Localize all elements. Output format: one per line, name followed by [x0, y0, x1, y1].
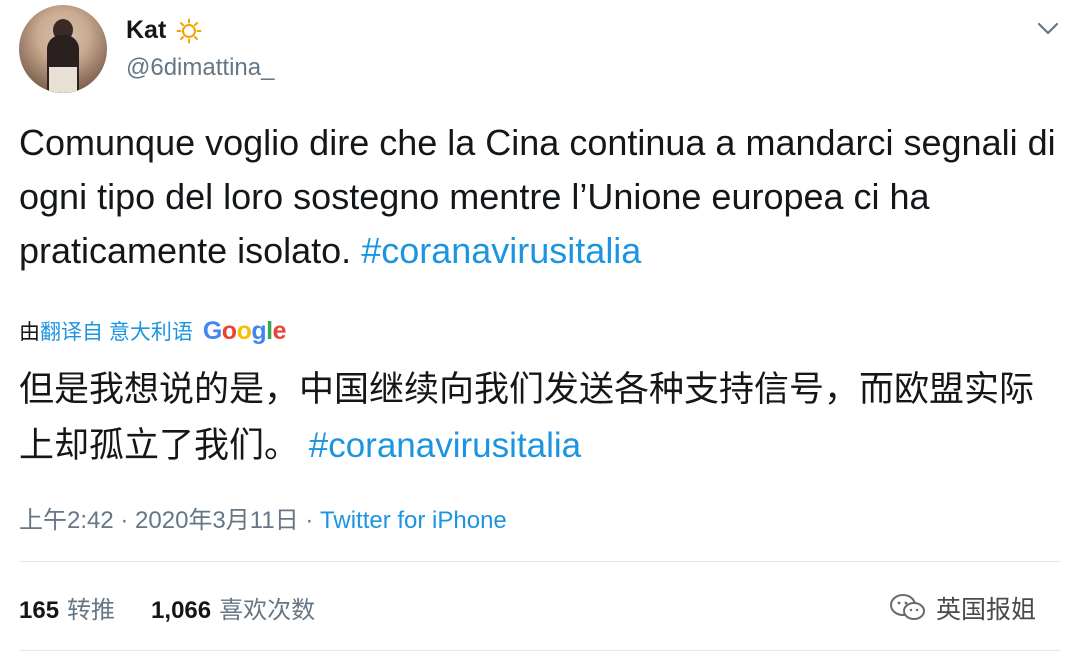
translated-text: 但是我想说的是，中国继续向我们发送各种支持信号，而欧盟实际上却孤立了我们。 #c…: [19, 362, 1059, 474]
sun-icon: [176, 18, 202, 43]
retweets-count: 165: [19, 597, 60, 624]
divider: [19, 561, 1061, 562]
display-name[interactable]: Kat: [126, 16, 166, 45]
translated-hashtag-link[interactable]: #coranavirusitalia: [309, 426, 581, 465]
divider: [19, 650, 1061, 651]
avatar-skirt: [49, 67, 77, 93]
translation-source-link[interactable]: 翻译自 意大利语: [40, 316, 193, 346]
user-handle[interactable]: @6dimattina_: [126, 54, 274, 82]
wechat-icon: [890, 594, 925, 620]
tweet-stats: 165 转推 1,066 喜欢次数: [19, 590, 315, 625]
tweet-source-link[interactable]: Twitter for iPhone: [320, 507, 507, 534]
tweet-card: Kat @6dimattina_ Comunque voglio dire ch…: [0, 0, 1080, 658]
translation-attribution: 由 翻译自 意大利语 Google: [19, 316, 287, 346]
tweet-text: Comunque voglio dire che la Cina continu…: [19, 116, 1059, 278]
tweet-hashtag-link[interactable]: #coranavirusitalia: [361, 230, 641, 271]
google-logo-letter: o: [236, 317, 252, 345]
tweet-timestamp[interactable]: 上午2:42 · 2020年3月11日 ·: [19, 507, 320, 534]
watermark-text: 英国报姐: [936, 596, 1037, 624]
google-logo-letter: g: [251, 317, 267, 345]
retweets-stat[interactable]: 165 转推: [19, 590, 115, 625]
watermark: 英国报姐: [888, 590, 1036, 626]
google-logo-letter: o: [221, 317, 237, 345]
chevron-down-icon[interactable]: [1034, 14, 1062, 42]
likes-stat[interactable]: 1,066 喜欢次数: [151, 590, 315, 625]
google-logo: Google: [202, 317, 287, 346]
tweet-meta: 上午2:42 · 2020年3月11日 · Twitter for iPhone: [19, 500, 507, 535]
retweets-label: 转推: [67, 597, 116, 624]
google-logo-letter: G: [202, 317, 222, 345]
display-name-row[interactable]: Kat: [126, 16, 202, 45]
avatar[interactable]: [19, 5, 107, 93]
likes-count: 1,066: [151, 597, 212, 624]
translation-prefix: 由: [19, 321, 40, 344]
likes-label: 喜欢次数: [219, 597, 316, 624]
google-logo-letter: e: [272, 317, 287, 345]
